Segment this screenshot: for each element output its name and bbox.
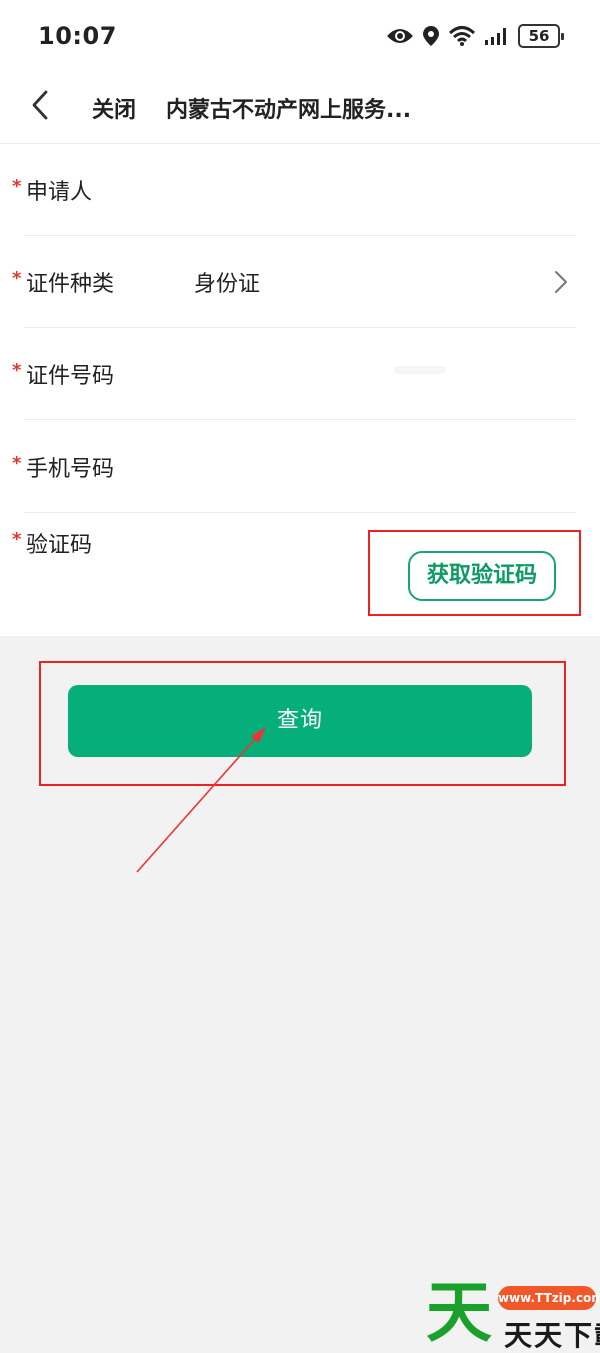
location-icon <box>423 26 439 46</box>
back-button[interactable] <box>26 88 60 124</box>
id-number-input[interactable] <box>190 350 530 398</box>
required-mark: * <box>12 176 22 197</box>
phone-label: 手机号码 <box>26 457 115 482</box>
id-type-value[interactable]: 身份证 <box>194 266 260 298</box>
status-bar: 10:07 56 <box>0 0 600 76</box>
battery-icon: 56 <box>518 24 564 48</box>
required-mark: * <box>12 360 22 381</box>
page-title: 内蒙古不动产网上服务... <box>166 98 412 123</box>
watermark-logo: 天 www.TTzip.com 天天下載 <box>426 1274 600 1353</box>
status-time: 10:07 <box>38 22 117 50</box>
form-row-applicant[interactable]: * 申请人 <box>0 144 600 236</box>
verify-code-label: 验证码 <box>26 533 93 558</box>
highlight-box-query <box>39 661 566 786</box>
phone-input[interactable] <box>190 443 530 491</box>
required-mark: * <box>12 529 22 550</box>
close-button[interactable]: 关闭 <box>92 92 136 124</box>
form-row-id-number[interactable]: * 证件号码 <box>0 328 600 420</box>
form-row-id-type[interactable]: * 证件种类 身份证 <box>0 236 600 328</box>
divider <box>24 512 576 513</box>
required-mark: * <box>12 453 22 474</box>
highlight-box-get-code <box>368 530 581 616</box>
form-row-phone[interactable]: * 手机号码 <box>0 421 600 513</box>
watermark-url: www.TTzip.com <box>498 1286 600 1310</box>
divider <box>24 419 576 420</box>
watermark-char: 天 <box>426 1274 492 1351</box>
status-icons: 56 <box>386 24 564 48</box>
watermark-text: 天天下載 <box>504 1319 600 1352</box>
id-number-label: 证件号码 <box>26 364 115 389</box>
applicant-input[interactable] <box>190 166 530 214</box>
signal-icon <box>485 28 506 45</box>
verify-code-input[interactable] <box>190 519 390 567</box>
applicant-label: 申请人 <box>26 180 93 205</box>
chevron-right-icon <box>555 271 567 293</box>
id-type-label: 证件种类 <box>26 272 115 297</box>
eye-icon <box>387 29 413 43</box>
chevron-left-icon <box>32 90 48 120</box>
required-mark: * <box>12 268 22 289</box>
wifi-icon <box>448 26 476 46</box>
nav-bar: 关闭 内蒙古不动产网上服务... <box>0 76 600 144</box>
